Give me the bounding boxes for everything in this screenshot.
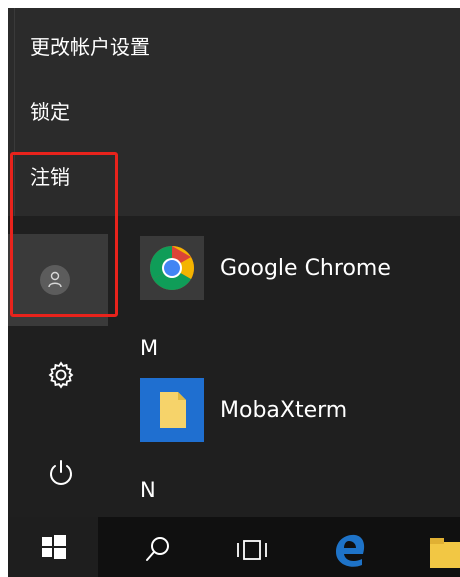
image-border-top (0, 0, 460, 8)
red-highlight-annotation (10, 152, 118, 317)
task-view-icon[interactable] (232, 530, 272, 570)
app-name-google-chrome[interactable]: Google Chrome (220, 256, 391, 282)
gear-icon[interactable] (44, 358, 78, 392)
app-list-header-m[interactable]: M (140, 336, 158, 360)
screenshot-stage: 更改帐户设置 锁定 注销 Google Chrome M MobaXterm N (0, 0, 460, 577)
menu-item-lock[interactable]: 锁定 (30, 100, 70, 124)
power-icon[interactable] (44, 456, 78, 490)
menu-item-change-account-settings[interactable]: 更改帐户设置 (30, 35, 150, 59)
app-name-mobaxterm[interactable]: MobaXterm (220, 398, 347, 424)
app-list-header-n[interactable]: N (140, 478, 156, 502)
windows-start-icon[interactable] (8, 517, 98, 577)
mobaxterm-icon[interactable] (140, 378, 204, 442)
chrome-icon[interactable] (140, 236, 204, 300)
file-explorer-icon[interactable] (428, 530, 460, 570)
search-icon[interactable] (138, 530, 178, 570)
edge-icon[interactable] (330, 530, 370, 570)
image-border-left (0, 0, 8, 577)
